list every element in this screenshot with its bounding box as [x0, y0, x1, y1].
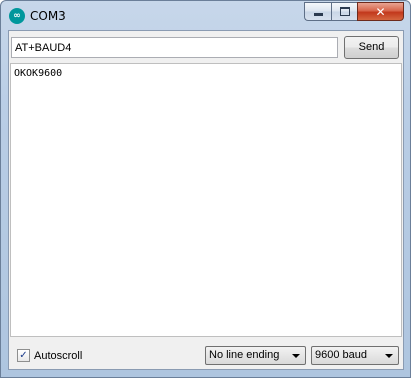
- serial-output-text: OKOK9600: [14, 68, 63, 79]
- title-bar[interactable]: ∞ COM3 ✕: [1, 1, 410, 31]
- chevron-down-icon: [292, 354, 300, 358]
- chevron-down-icon: [385, 354, 393, 358]
- command-input[interactable]: [11, 37, 338, 58]
- minimize-button[interactable]: [304, 2, 331, 21]
- line-ending-value: No line ending: [209, 349, 280, 361]
- minimize-icon: [313, 13, 323, 16]
- window-title: COM3: [30, 9, 66, 23]
- checkmark-icon: ✓: [19, 349, 28, 361]
- autoscroll-checkbox[interactable]: ✓: [17, 349, 30, 362]
- autoscroll-label: Autoscroll: [34, 349, 83, 362]
- maximize-button[interactable]: [331, 2, 357, 21]
- baud-rate-select[interactable]: 9600 baud: [311, 346, 399, 365]
- close-icon: ✕: [375, 4, 386, 19]
- line-ending-select[interactable]: No line ending: [205, 346, 306, 365]
- close-button[interactable]: ✕: [357, 2, 404, 21]
- autoscroll-toggle[interactable]: ✓ Autoscroll: [17, 349, 82, 362]
- client-area: Send OKOK9600 ✓ Autoscroll No line endin…: [8, 30, 404, 370]
- maximize-icon: [339, 7, 350, 16]
- serial-output-area[interactable]: OKOK9600: [10, 63, 402, 337]
- baud-rate-value: 9600 baud: [315, 349, 367, 361]
- serial-monitor-window: ∞ COM3 ✕ Send OKOK9600 ✓ Autoscroll No l…: [0, 0, 411, 378]
- arduino-icon: ∞: [9, 8, 25, 24]
- send-button[interactable]: Send: [344, 36, 399, 59]
